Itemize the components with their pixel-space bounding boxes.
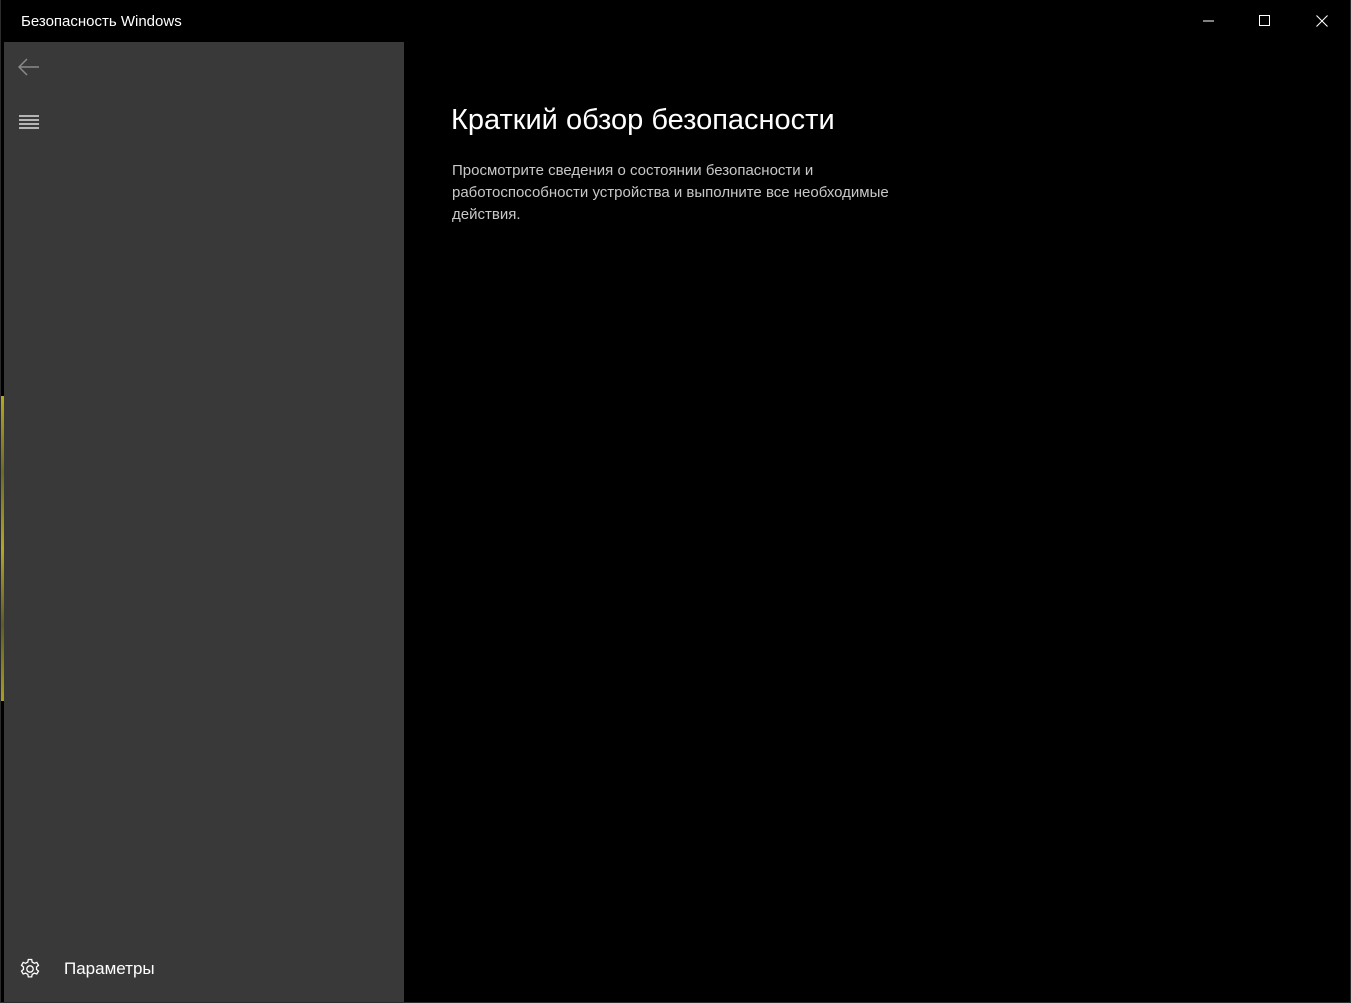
navigation-pane: Параметры	[4, 42, 404, 1002]
page-title: Краткий обзор безопасности	[451, 104, 835, 136]
menu-toggle-button[interactable]	[14, 107, 44, 137]
sidebar-item-label: Параметры	[64, 959, 155, 978]
sidebar-item-settings[interactable]: Параметры	[4, 947, 404, 991]
hamburger-menu-icon	[19, 115, 39, 129]
back-button[interactable]	[14, 52, 44, 82]
minimize-icon	[1203, 20, 1214, 22]
window-title: Безопасность Windows	[21, 13, 182, 30]
close-icon	[1316, 15, 1328, 27]
maximize-button[interactable]	[1237, 0, 1293, 42]
title-bar[interactable]: Безопасность Windows	[1, 0, 1350, 42]
maximize-icon	[1259, 15, 1270, 26]
app-window: Безопасность Windows Параметры Краткий о…	[0, 0, 1351, 1003]
main-content: Краткий обзор безопасности Просмотрите с…	[404, 42, 1350, 1002]
back-arrow-icon	[18, 58, 39, 76]
page-description: Просмотрите сведения о состоянии безопас…	[452, 162, 889, 223]
gear-icon	[20, 958, 40, 978]
close-button[interactable]	[1294, 0, 1350, 42]
minimize-button[interactable]	[1181, 0, 1237, 42]
